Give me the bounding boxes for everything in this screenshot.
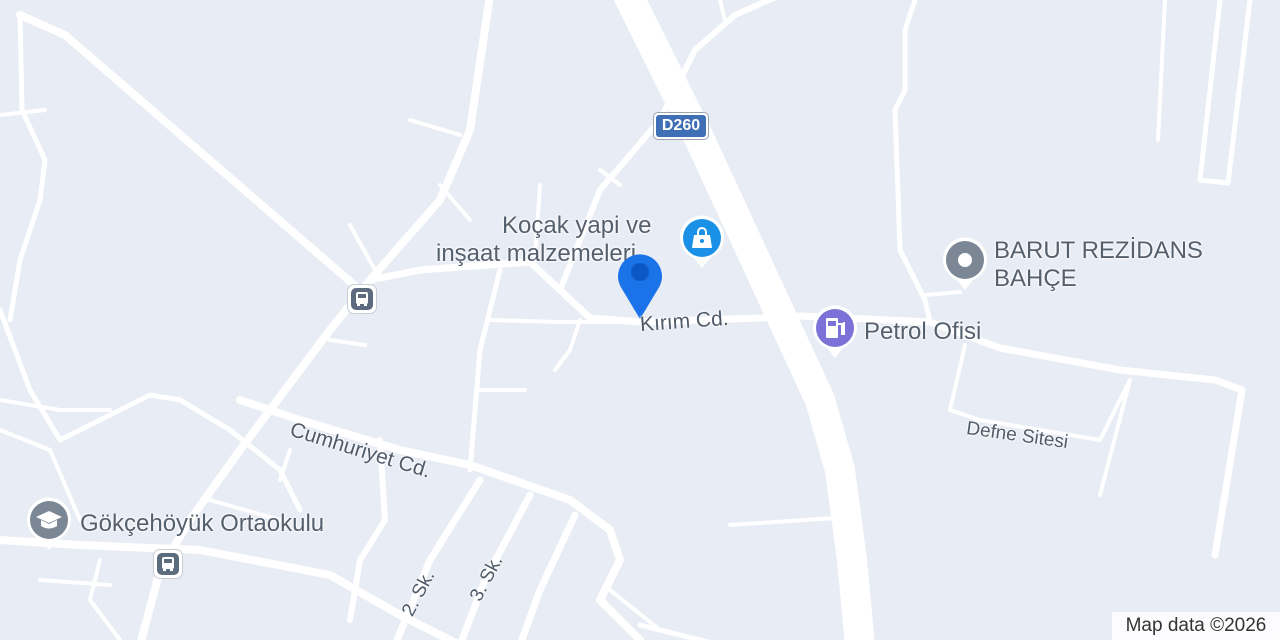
poi-label-kocak[interactable]: Koçak yapi ve (502, 212, 651, 240)
route-shield-label: D260 (656, 115, 706, 137)
gas-station-icon[interactable] (810, 304, 860, 360)
poi-label-line2: BAHÇE (994, 265, 1077, 292)
poi-label-line2: inşaat malzemeleri (436, 240, 637, 267)
poi-label-gokcehoyuk[interactable]: Gökçehöyük Ortaokulu (80, 510, 324, 538)
map-attribution: Map data ©2026 (1112, 612, 1280, 640)
shopping-bag-icon[interactable] (677, 214, 727, 270)
poi-label-line1: Koçak yapi ve (502, 212, 652, 239)
poi-label-petrol[interactable]: Petrol Ofisi (864, 318, 981, 346)
bus-glyph (356, 292, 368, 306)
bus-stop-icon[interactable] (348, 285, 376, 313)
school-icon[interactable] (24, 496, 74, 552)
route-shield-d260: D260 (654, 113, 708, 139)
bus-glyph (162, 557, 174, 571)
place-icon[interactable] (940, 236, 990, 292)
bus-stop-icon[interactable] (154, 550, 182, 578)
poi-label-line1: BARUT REZİDANS (994, 237, 1203, 264)
poi-label-barut[interactable]: BARUT REZİDANS BAHÇE (994, 237, 1203, 293)
poi-label-kocak-line2[interactable]: inşaat malzemeleri (436, 240, 636, 268)
map-canvas[interactable]: D260 Koçak yapi ve inşaat malzemeleri BA… (0, 0, 1280, 640)
location-pin-icon[interactable] (614, 244, 668, 322)
